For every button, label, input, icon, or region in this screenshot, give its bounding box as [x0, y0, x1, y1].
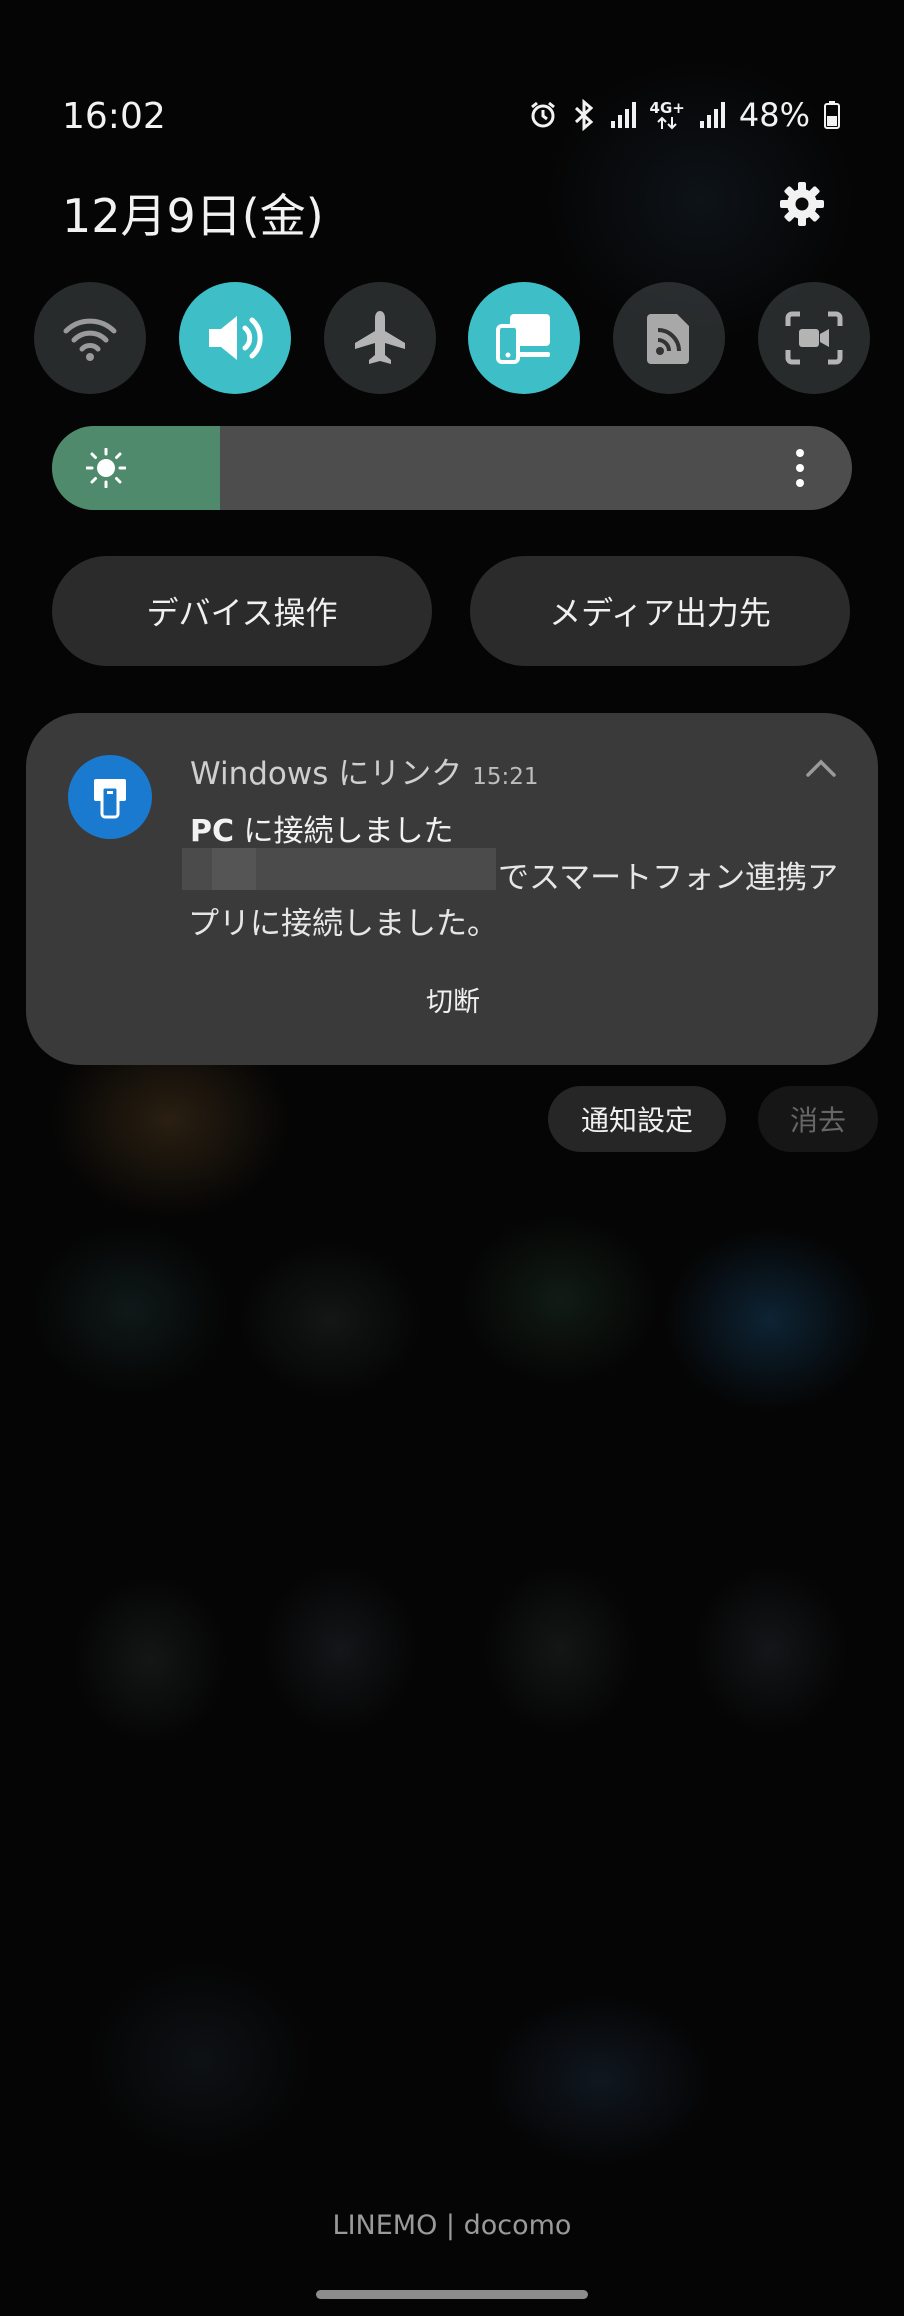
notification-title-rest: に接続しました	[234, 814, 454, 849]
link-to-windows-icon	[496, 314, 551, 364]
battery-percent: 48%	[738, 96, 810, 134]
gear-icon[interactable]	[778, 180, 826, 228]
link-to-windows-toggle[interactable]	[468, 282, 581, 394]
chevron-up-icon[interactable]	[806, 758, 836, 778]
notification-body-line1: でスマートフォン連携ア	[498, 860, 839, 896]
quick-settings-row	[34, 282, 870, 394]
battery-icon	[824, 101, 840, 129]
network-type-label: 4G+	[649, 98, 685, 117]
bluetooth-icon	[572, 99, 596, 131]
sound-toggle[interactable]	[178, 282, 291, 394]
date: 12月9日(金)	[62, 189, 324, 243]
screen-recorder-toggle[interactable]	[757, 282, 870, 394]
wifi-icon	[63, 318, 117, 361]
airplane-toggle[interactable]	[323, 282, 436, 394]
carrier-label: LINEMO | docomo	[332, 2210, 572, 2241]
brightness-slider[interactable]	[52, 426, 852, 510]
sun-icon	[86, 448, 126, 488]
notification-title: PC に接続しました	[190, 806, 454, 850]
clear-button[interactable]: 消去	[758, 1086, 878, 1152]
notification-app-header: Windows にリンク 15:21	[190, 748, 539, 793]
signal-icon	[699, 101, 725, 129]
status-time: 16:02	[62, 96, 166, 137]
notification-app-name: Windows にリンク	[190, 756, 463, 792]
redacted-device-name	[182, 848, 496, 890]
airplane-icon	[354, 311, 405, 364]
disconnect-button[interactable]: 切断	[420, 980, 486, 1019]
more-vertical-icon[interactable]	[794, 448, 806, 488]
cast-toggle[interactable]	[613, 282, 726, 394]
status-icons: 4G+ 48%	[528, 96, 840, 134]
screen-recorder-icon	[785, 311, 843, 365]
device-control-button[interactable]: デバイス操作	[52, 556, 432, 666]
sound-icon	[208, 316, 263, 360]
notification-body-line2: プリに接続しました。	[188, 906, 498, 942]
4g-plus-data-icon: 4G+	[649, 98, 685, 130]
home-indicator[interactable]	[316, 2290, 588, 2299]
wifi-toggle[interactable]	[34, 282, 146, 394]
notification-time: 15:21	[472, 764, 539, 790]
notification-title-bold: PC	[190, 814, 235, 849]
media-output-button[interactable]: メディア出力先	[470, 556, 850, 666]
signal-icon	[610, 101, 636, 129]
cast-icon	[647, 314, 690, 364]
alarm-icon	[528, 100, 558, 130]
notification-settings-button[interactable]: 通知設定	[548, 1086, 726, 1152]
brightness-fill	[52, 426, 220, 510]
link-to-windows-app-icon	[68, 755, 152, 839]
